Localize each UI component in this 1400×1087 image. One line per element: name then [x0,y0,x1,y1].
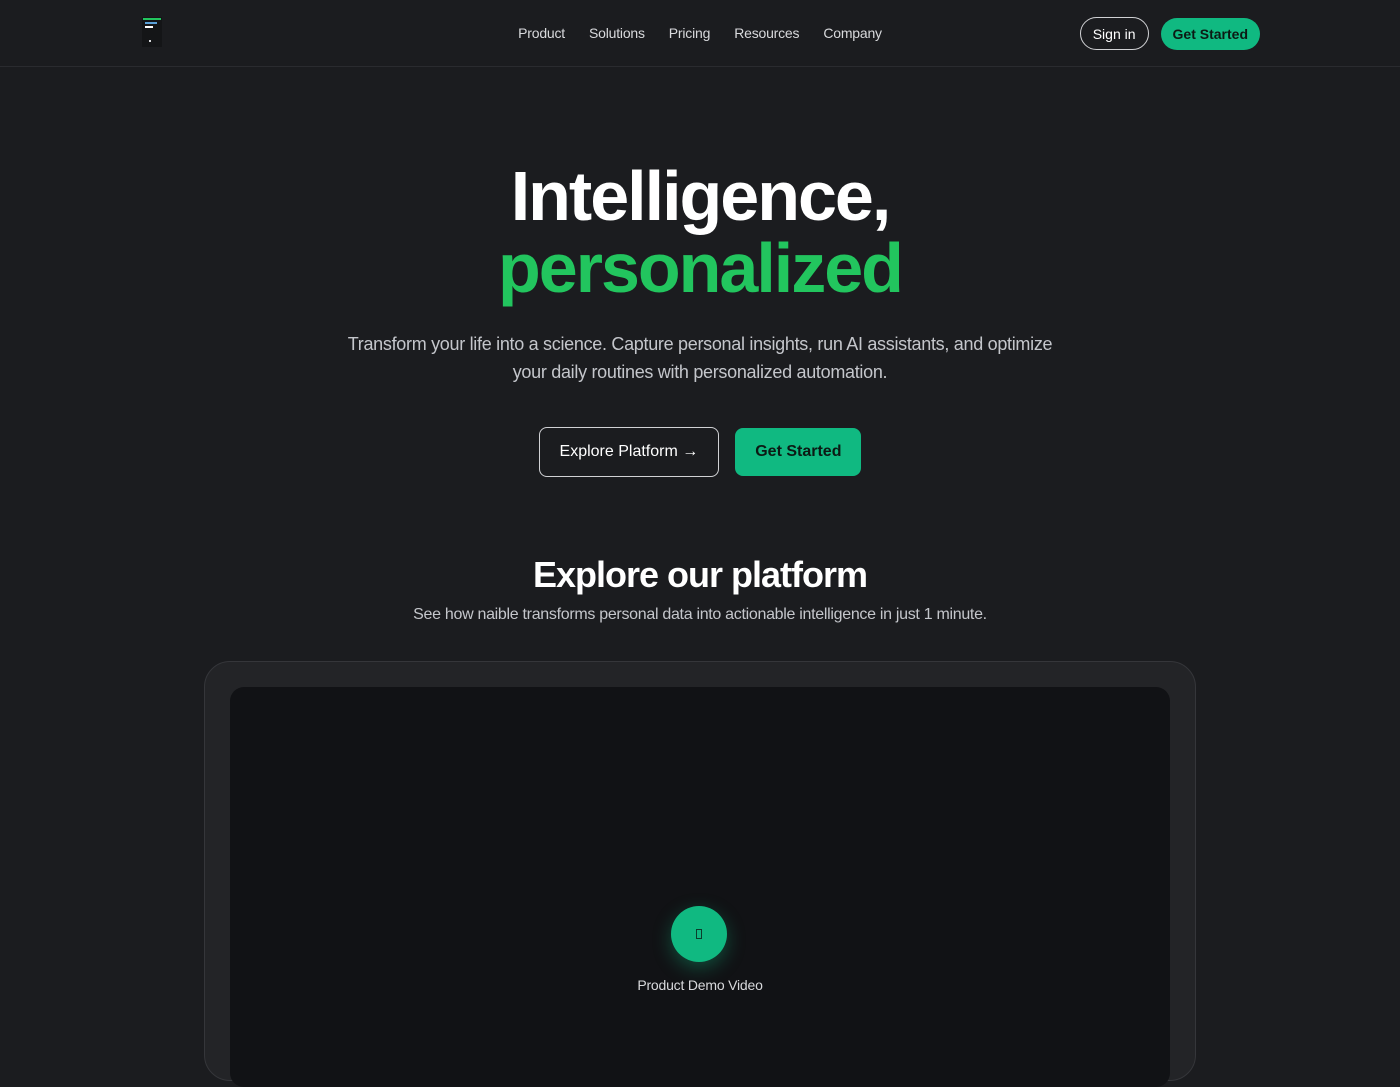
section-title: Explore our platform [532,554,868,595]
play-button[interactable] [671,906,727,962]
nav-pricing[interactable]: Pricing [669,25,711,41]
section-subtitle: See how naible transforms personal data … [413,606,987,623]
hero-get-started-button[interactable]: Get Started [735,428,862,476]
nav-solutions[interactable]: Solutions [589,25,645,41]
hero-title-line1: Intelligence, [510,157,892,235]
site-header: Product Solutions Pricing Resources Comp… [0,0,1400,67]
hero-title-line2: personalized [498,229,904,307]
sign-in-button[interactable]: Sign in [1079,17,1149,50]
video-player[interactable]: Product Demo Video [230,687,1170,1087]
header-get-started-button[interactable]: Get Started [1160,17,1260,50]
hero-title: Intelligence, personalized [0,160,1400,304]
brand-logo-icon[interactable] [140,16,164,48]
nav-resources[interactable]: Resources [734,25,799,41]
nav-product[interactable]: Product [518,25,565,41]
hero-subtitle: Transform your life into a science. Capt… [347,334,1053,382]
header-actions: Sign in Get Started [1079,17,1260,50]
video-label: Product Demo Video [637,977,763,993]
video-frame: Product Demo Video [204,661,1196,1087]
nav-company[interactable]: Company [823,25,882,41]
hero-actions: Explore Platform → Get Started [0,427,1400,477]
explore-platform-button[interactable]: Explore Platform → [538,427,720,477]
play-icon [696,929,702,939]
